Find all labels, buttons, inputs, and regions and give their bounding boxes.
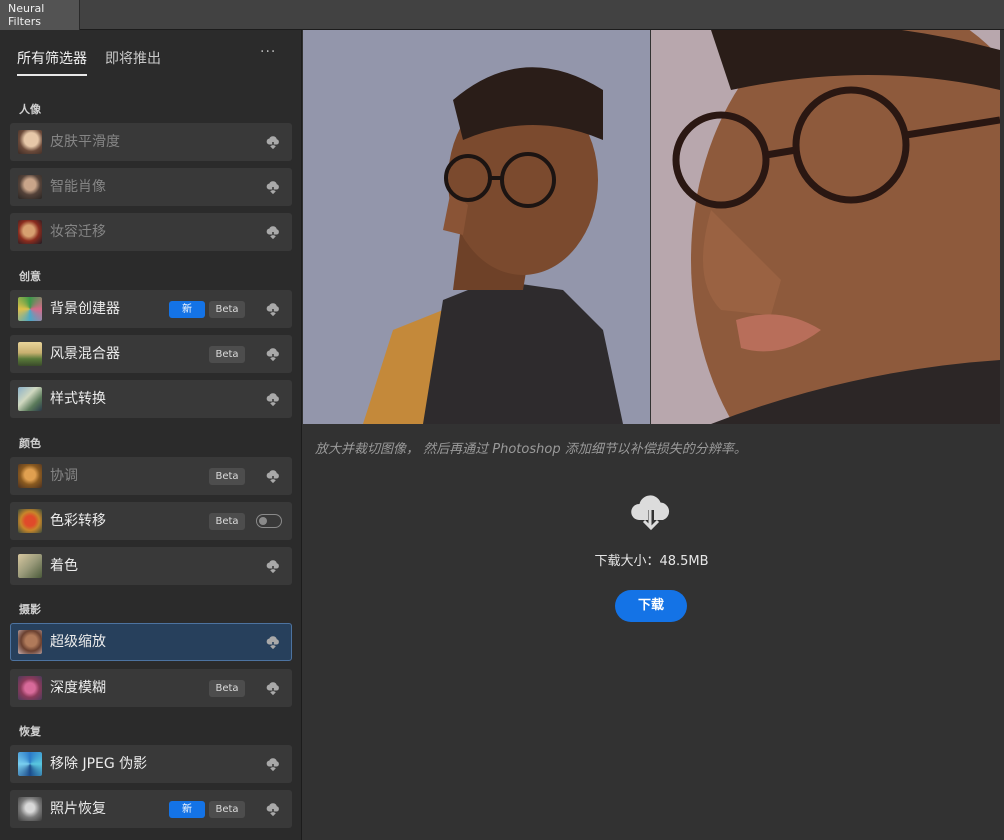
portrait-zoomed-illustration	[651, 30, 1000, 424]
filter-skin-smoothing[interactable]: 皮肤平滑度	[10, 123, 292, 161]
new-badge: 新	[169, 301, 205, 318]
filter-background-creator[interactable]: 背景创建器 新 Beta	[10, 290, 292, 328]
landscape-mixer-thumbnail	[18, 342, 42, 366]
download-size-label: 下载大小：48.5MB	[594, 554, 709, 569]
category-portrait: 人像	[19, 103, 41, 116]
filter-label: 风景混合器	[50, 346, 120, 362]
filter-label: 皮肤平滑度	[50, 134, 120, 150]
filter-label: 色彩转移	[50, 513, 106, 529]
cloud-download-icon[interactable]	[265, 134, 281, 150]
filter-depth-blur[interactable]: 深度模糊 Beta	[10, 669, 292, 707]
tab-all-filters[interactable]: 所有筛选器	[17, 48, 87, 76]
category-color: 颜色	[19, 437, 41, 450]
filter-sidebar: 所有筛选器 即将推出 ··· 人像 皮肤平滑度 智能肖像 妆容迁移 创意 背景创…	[0, 30, 302, 840]
background-creator-thumbnail	[18, 297, 42, 321]
cloud-download-icon[interactable]	[265, 756, 281, 772]
cloud-download-icon[interactable]	[265, 468, 281, 484]
filter-harmonization[interactable]: 协调 Beta	[10, 457, 292, 495]
beta-badge: Beta	[209, 680, 245, 697]
before-after-preview	[303, 30, 1000, 424]
beta-badge: Beta	[209, 513, 245, 530]
photo-restoration-thumbnail	[18, 797, 42, 821]
cloud-download-icon[interactable]	[265, 680, 281, 696]
harmonization-thumbnail	[18, 464, 42, 488]
preview-original-image	[303, 30, 650, 424]
preview-zoomed-image	[651, 30, 1000, 424]
cloud-download-large-icon	[631, 495, 670, 531]
portrait-illustration	[303, 30, 650, 424]
filter-detail-panel: 放大并裁切图像， 然后再通过 Photoshop 添加细节以补偿损失的分辨率。 …	[303, 30, 1004, 840]
filter-makeup-transfer[interactable]: 妆容迁移	[10, 213, 292, 251]
sidebar-tabs: 所有筛选器 即将推出	[17, 48, 161, 76]
filter-colorize[interactable]: 着色	[10, 547, 292, 585]
cloud-download-icon[interactable]	[265, 179, 281, 195]
filter-description: 放大并裁切图像， 然后再通过 Photoshop 添加细节以补偿损失的分辨率。	[315, 442, 747, 457]
title-bar: Neural Filters	[0, 0, 1004, 30]
category-creative: 创意	[19, 270, 41, 283]
filter-label: 妆容迁移	[50, 224, 106, 240]
filter-smart-portrait[interactable]: 智能肖像	[10, 168, 292, 206]
filter-label: 样式转换	[50, 391, 106, 407]
tab-neural-filters[interactable]: Neural Filters	[0, 0, 80, 30]
depth-blur-thumbnail	[18, 676, 42, 700]
filter-label: 背景创建器	[50, 301, 120, 317]
jpeg-artifacts-thumbnail	[18, 752, 42, 776]
beta-badge: Beta	[209, 468, 245, 485]
beta-badge: Beta	[209, 346, 245, 363]
cloud-download-icon[interactable]	[265, 224, 281, 240]
download-button[interactable]: 下载	[615, 590, 687, 622]
cloud-download-icon[interactable]	[265, 391, 281, 407]
filter-label: 超级缩放	[50, 634, 106, 650]
filter-photo-restoration[interactable]: 照片恢复 新 Beta	[10, 790, 292, 828]
filter-label: 着色	[50, 558, 78, 574]
more-options-icon[interactable]: ···	[260, 44, 276, 60]
tab-coming-soon[interactable]: 即将推出	[105, 48, 161, 76]
style-transfer-thumbnail	[18, 387, 42, 411]
filter-label: 移除 JPEG 伪影	[50, 756, 148, 772]
makeup-transfer-thumbnail	[18, 220, 42, 244]
cloud-download-icon[interactable]	[265, 801, 281, 817]
cloud-download-icon[interactable]	[265, 301, 281, 317]
smart-portrait-thumbnail	[18, 175, 42, 199]
filter-label: 智能肖像	[50, 179, 106, 195]
beta-badge: Beta	[209, 301, 245, 318]
colorize-thumbnail	[18, 554, 42, 578]
color-transfer-toggle[interactable]	[256, 514, 282, 528]
filter-label: 深度模糊	[50, 680, 106, 696]
toggle-knob	[259, 517, 267, 525]
filter-style-transfer[interactable]: 样式转换	[10, 380, 292, 418]
color-transfer-thumbnail	[18, 509, 42, 533]
filter-color-transfer[interactable]: 色彩转移 Beta	[10, 502, 292, 540]
super-zoom-thumbnail	[18, 630, 42, 654]
filter-label: 照片恢复	[50, 801, 106, 817]
cloud-download-icon[interactable]	[265, 558, 281, 574]
new-badge: 新	[169, 801, 205, 818]
cloud-download-icon[interactable]	[265, 634, 281, 650]
cloud-download-icon[interactable]	[265, 346, 281, 362]
filter-label: 协调	[50, 468, 78, 484]
category-restoration: 恢复	[19, 725, 41, 738]
filter-super-zoom[interactable]: 超级缩放	[10, 623, 292, 661]
skin-smoothing-thumbnail	[18, 130, 42, 154]
beta-badge: Beta	[209, 801, 245, 818]
category-photography: 摄影	[19, 603, 41, 616]
filter-remove-jpeg-artifacts[interactable]: 移除 JPEG 伪影	[10, 745, 292, 783]
filter-landscape-mixer[interactable]: 风景混合器 Beta	[10, 335, 292, 373]
